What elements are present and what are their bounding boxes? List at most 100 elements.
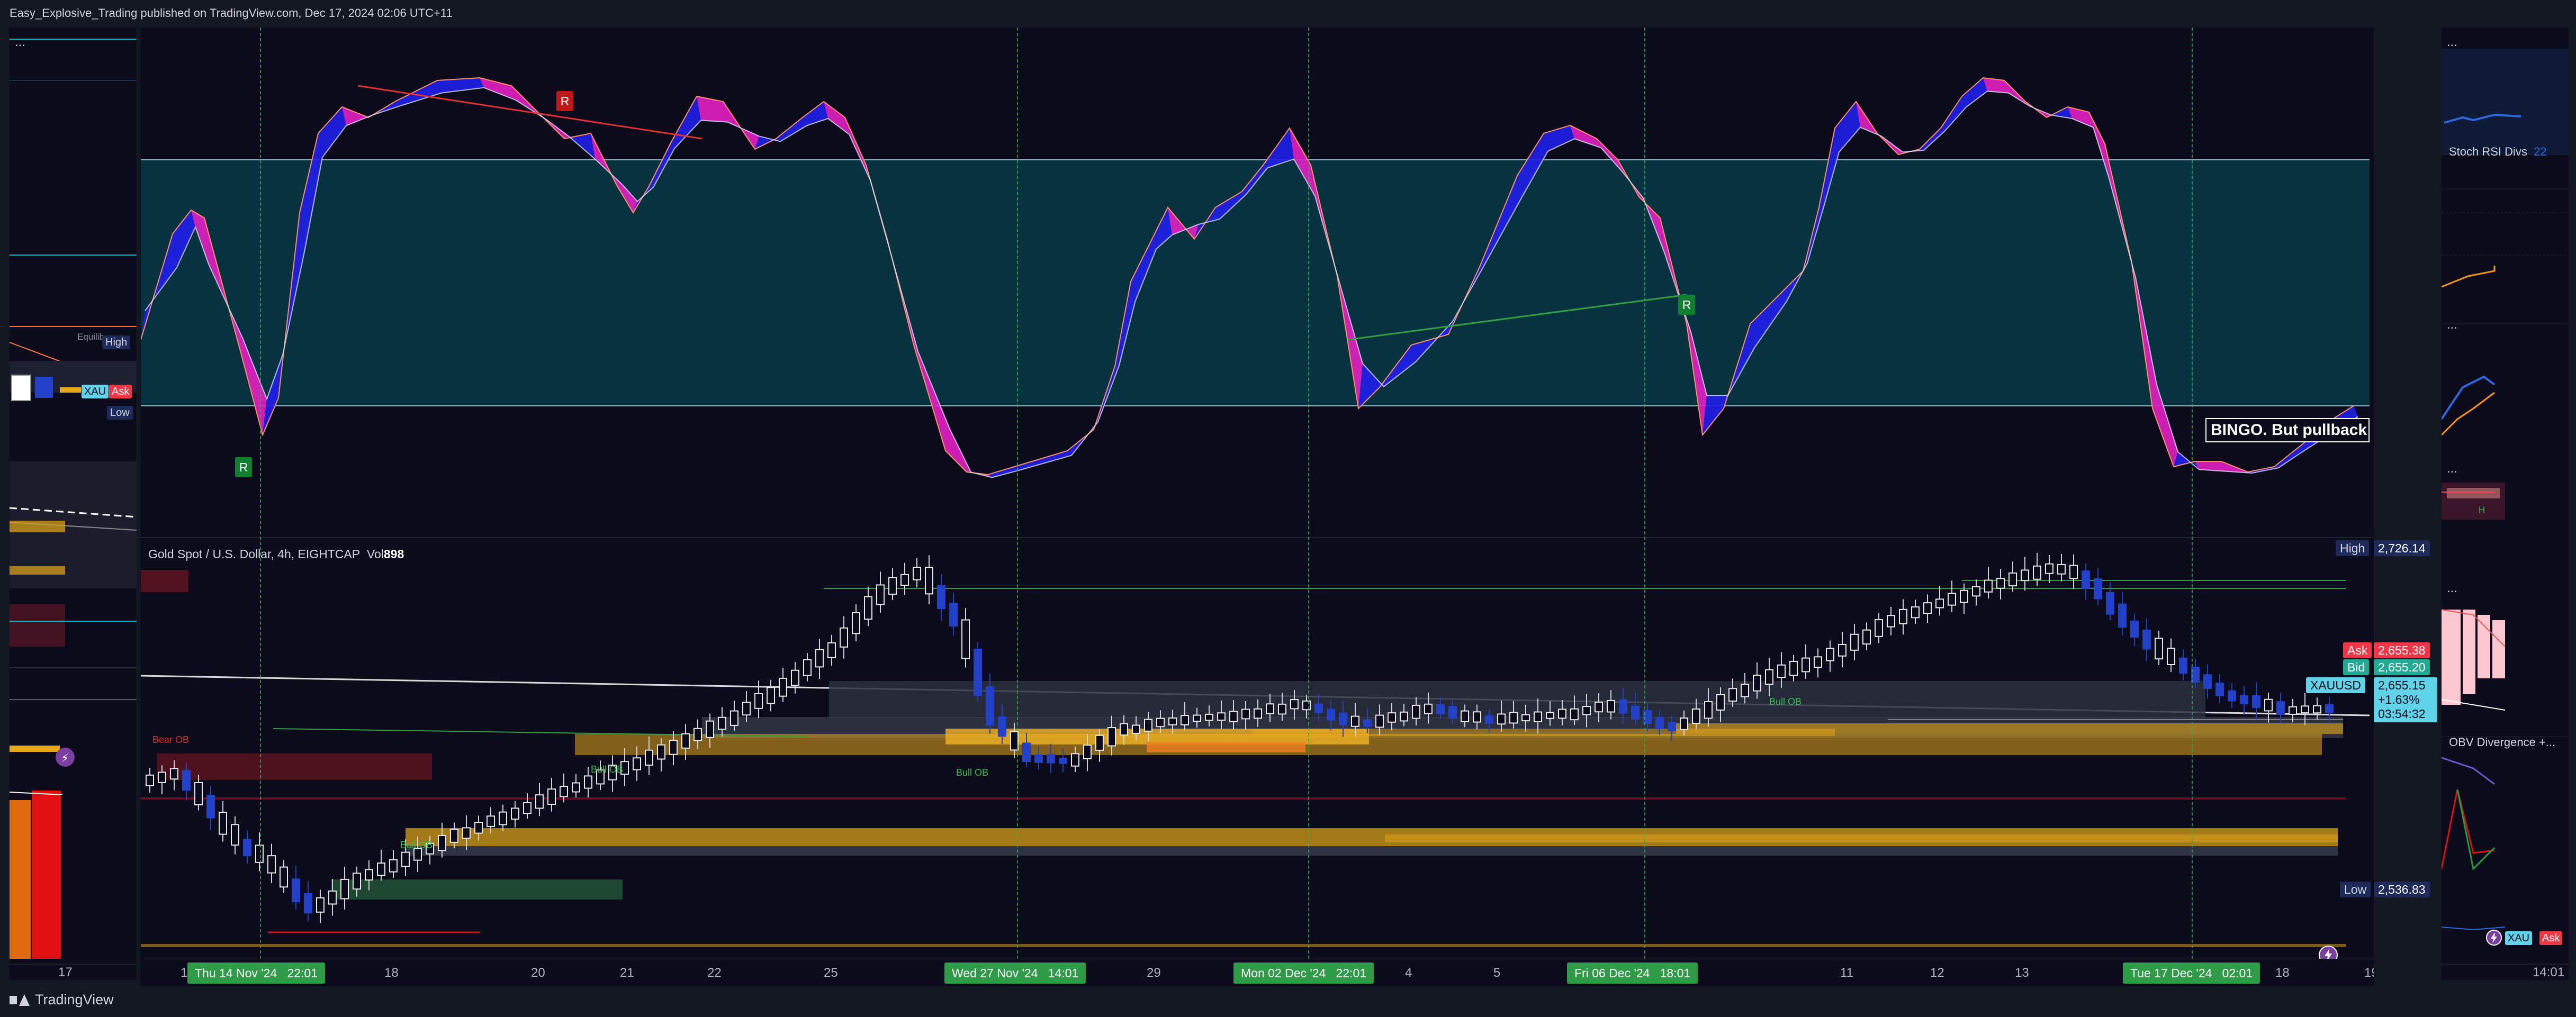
bull-ob-label-4: Bull OB <box>1769 696 1802 707</box>
bullish-candle <box>2033 565 2041 580</box>
right-indicator-menu-4[interactable]: ... <box>2447 581 2457 596</box>
session-marker-line <box>1017 28 1018 959</box>
stoch-fill-segment <box>776 117 807 142</box>
bear-order-block <box>141 570 188 592</box>
stoch-rsi-divs-legend[interactable]: Stoch RSI Divs 22 <box>2449 145 2547 159</box>
bullish-candle <box>1996 578 2005 589</box>
bullish-candle <box>2167 648 2175 665</box>
bullish-candle <box>231 824 239 846</box>
bullish-candle <box>1388 712 1396 723</box>
chart-annotation[interactable]: BINGO. But pullback <box>2205 418 2370 442</box>
bearish-candle <box>2179 657 2187 674</box>
tradingview-logo-icon <box>10 994 30 1006</box>
bearish-candle <box>1436 704 1445 714</box>
bullish-candle <box>438 834 446 851</box>
high-value: 2,726.14 <box>2374 540 2430 556</box>
bearish-candle <box>937 585 945 610</box>
bullish-candle <box>2313 705 2321 714</box>
bullish-candle <box>1911 606 1920 619</box>
bullish-candle <box>219 812 227 835</box>
session-marker-line <box>260 28 261 959</box>
bearish-candle <box>1631 705 1640 720</box>
bullish-candle <box>511 807 519 820</box>
bullish-candle <box>1083 744 1092 759</box>
right-lightning-icon[interactable] <box>2486 930 2502 946</box>
bearish-candle <box>292 878 300 903</box>
time-tick-label: 20 <box>531 966 545 980</box>
time-tick-label: 12 <box>1930 966 1944 980</box>
bullish-candle <box>1412 704 1420 719</box>
bullish-candle <box>462 827 471 839</box>
bearish-candle <box>1034 754 1043 763</box>
tradingview-logo[interactable]: TradingView <box>10 992 114 1008</box>
bearish-candle <box>206 795 215 819</box>
time-tick-label: 18 <box>2275 966 2290 980</box>
bar-countdown: 03:54:32 <box>2378 707 2426 721</box>
left-mini-chart-graphics: ⚡ <box>10 39 137 965</box>
bullish-candle <box>767 687 775 704</box>
bullish-candle <box>1497 713 1506 725</box>
bullish-candle <box>1838 643 1847 657</box>
right-indicator-menu-1[interactable]: ... <box>2447 35 2457 50</box>
bearish-candle <box>1619 699 1627 714</box>
bullish-candle <box>377 862 385 876</box>
bearish-candle <box>2082 570 2090 589</box>
bullish-candle <box>718 716 726 730</box>
bullish-candle <box>1972 586 1980 597</box>
bullish-candle <box>389 859 398 873</box>
bullish-candle <box>1802 657 1810 673</box>
stoch-fill-segment <box>318 107 346 158</box>
bullish-candle <box>194 782 203 805</box>
bullish-candle <box>2008 572 2017 587</box>
bearish-candle <box>986 686 994 726</box>
right-indicator-panel[interactable]: ... Stoch RSI Divs 22 ... ... H ... OBV … <box>2442 28 2569 980</box>
obv-divergence-legend[interactable]: OBV Divergence +... <box>2449 735 2555 749</box>
bullish-candle <box>669 740 678 755</box>
bullish-candle <box>1777 664 1786 678</box>
bullish-candle <box>1351 715 1359 727</box>
time-highlight-label: Tue 17 Dec '24 02:01 <box>2123 962 2260 984</box>
price-pane[interactable] <box>141 538 2374 951</box>
bearish-candle <box>949 603 958 627</box>
left-symbol-tag: XAU <box>82 385 109 398</box>
overbought-oversold-band <box>141 160 2370 406</box>
bullish-candle <box>742 702 751 716</box>
symbol-legend-name: Gold Spot / U.S. Dollar, 4h, EIGHTCAP <box>148 547 361 561</box>
symbol-legend[interactable]: Gold Spot / U.S. Dollar, 4h, EIGHTCAP Vo… <box>148 547 404 561</box>
bullish-candle <box>1704 701 1713 719</box>
regular-bullish-signal-1: R <box>235 457 252 477</box>
right-time-label: 14:01 <box>2533 965 2565 979</box>
bullish-candle <box>1607 700 1615 713</box>
bullish-candle <box>1254 708 1262 719</box>
time-tick-label: 29 <box>1147 966 1161 980</box>
bullish-candle <box>2264 698 2273 712</box>
bullish-candle <box>693 728 702 741</box>
low-tag: Low <box>2340 882 2371 897</box>
bearish-candle <box>1485 715 1493 724</box>
time-tick-label: 19 <box>2364 966 2374 980</box>
right-h-label: H <box>2479 505 2485 515</box>
volume-value: 898 <box>383 547 404 561</box>
stoch-rsi-oscillator-pane[interactable] <box>141 28 2374 535</box>
bullish-candle <box>255 845 264 863</box>
right-indicator-menu-2[interactable]: ... <box>2447 317 2457 332</box>
time-axis[interactable]: 1 18 20 21 22 25 29 4 5 11 12 13 18 19 Thu 14 Nov '24… <box>141 959 2374 986</box>
left-indicator-menu[interactable]: ... <box>15 35 25 50</box>
stoch-fill-segment <box>1014 451 1071 470</box>
bearish-candle <box>182 770 191 791</box>
left-equilibrium-label: Equilib <box>77 332 105 342</box>
bull-ob-label-2: Bull OB <box>956 767 989 778</box>
bullish-candle <box>1229 711 1238 722</box>
bullish-candle <box>1899 609 1907 624</box>
bearish-candle <box>1655 717 1664 729</box>
left-mini-chart[interactable]: ⚡ ... Equilib High XAU Ask Low 17 <box>10 28 137 980</box>
bearish-candle <box>2094 578 2102 600</box>
bullish-candle <box>1071 753 1079 767</box>
bullish-candle <box>864 596 872 620</box>
ask-label: Ask <box>2343 642 2372 658</box>
right-indicator-menu-3[interactable]: ... <box>2447 461 2457 476</box>
time-tick-label: 22 <box>707 966 722 980</box>
time-highlight-label: Thu 14 Nov '24 22:01 <box>187 962 325 984</box>
main-chart[interactable]: R R R BINGO. But pullback 11010090807060… <box>141 28 2374 986</box>
bearish-candle <box>2191 667 2200 683</box>
